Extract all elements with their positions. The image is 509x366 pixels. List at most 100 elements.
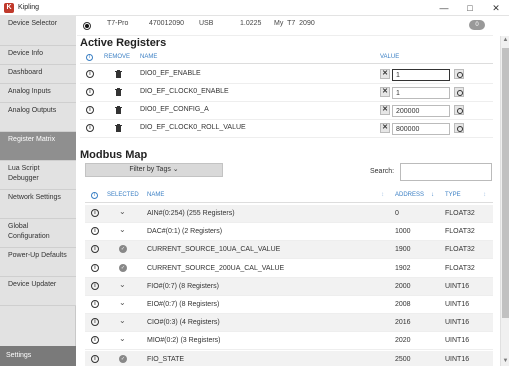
register-address: 1000: [395, 228, 411, 236]
info-icon[interactable]: i: [91, 281, 99, 290]
type-sort-icon[interactable]: ↕: [483, 192, 486, 198]
register-name: DIO0_EF_CONFIG_A: [140, 106, 209, 113]
modbus-map-row[interactable]: i ⌄ MIO#(0:2) (3 Registers) 2020 UINT16: [85, 332, 493, 351]
trash-icon[interactable]: [115, 106, 122, 114]
chevron-down-icon[interactable]: ⌄: [119, 317, 127, 325]
info-icon[interactable]: i: [91, 227, 99, 236]
device-model: T7-Pro: [107, 20, 129, 27]
register-address: 2008: [395, 301, 411, 308]
chevron-down-icon[interactable]: ⌄: [119, 280, 127, 289]
minimize-button[interactable]: —: [431, 0, 457, 16]
register-address: 0: [395, 210, 399, 217]
sidebar-item-device-info[interactable]: Device Info: [0, 46, 76, 65]
sidebar-item-network-settings[interactable]: Network Settings: [0, 190, 76, 219]
sidebar-item-register-matrix[interactable]: Register Matrix: [0, 132, 76, 161]
address-column-header[interactable]: ADDRESS: [395, 192, 424, 198]
chevron-down-icon[interactable]: ⌄: [119, 299, 127, 307]
scroll-down-icon[interactable]: ▼: [501, 357, 509, 366]
title-bar: K Kipling — □ ✕: [0, 0, 509, 16]
register-type: UINT16: [445, 301, 470, 308]
info-icon[interactable]: i: [91, 263, 99, 272]
search-input[interactable]: [400, 163, 492, 181]
trash-icon[interactable]: [115, 88, 122, 96]
scroll-up-icon[interactable]: ▲: [501, 36, 509, 45]
write-value-button[interactable]: [454, 105, 464, 115]
chevron-down-icon[interactable]: ⌄: [119, 335, 127, 343]
register-type: UINT16: [445, 337, 470, 345]
scroll-thumb[interactable]: [502, 48, 509, 318]
name-column-header: NAME: [140, 54, 158, 60]
name-sort-icon[interactable]: ↕: [381, 192, 384, 198]
clear-value-button[interactable]: ✕: [380, 123, 390, 133]
active-register-row: i DIO0_EF_ENABLE ✕: [80, 66, 493, 84]
info-icon[interactable]: i: [86, 124, 94, 132]
info-icon[interactable]: i: [86, 106, 94, 114]
register-value-input[interactable]: [392, 87, 450, 99]
sidebar-item-device-updater[interactable]: Device Updater: [0, 277, 76, 306]
trash-icon[interactable]: [115, 70, 122, 78]
close-button[interactable]: ✕: [483, 0, 509, 16]
sidebar-item-analog-outputs[interactable]: Analog Outputs: [0, 103, 76, 132]
main-scrollbar[interactable]: ▲ ▼: [500, 36, 509, 366]
register-name: EIO#(0:7) (8 Registers): [147, 301, 220, 308]
info-icon[interactable]: i: [86, 88, 94, 96]
write-value-button[interactable]: [454, 69, 464, 79]
maximize-button[interactable]: □: [457, 0, 483, 16]
kipling-logo-icon: K: [4, 2, 14, 13]
sidebar: Device Selector Device Info Dashboard An…: [0, 16, 76, 366]
sidebar-item-device-selector[interactable]: Device Selector: [0, 16, 76, 46]
info-icon[interactable]: i: [91, 336, 99, 345]
type-column-header[interactable]: TYPE: [445, 192, 461, 198]
register-address: 2000: [395, 282, 411, 290]
sidebar-item-dashboard[interactable]: Dashboard: [0, 65, 76, 84]
modbus-map-row[interactable]: i ⌄ DAC#(0:1) (2 Registers) 1000 FLOAT32: [85, 223, 493, 242]
register-value-input[interactable]: [392, 69, 450, 81]
chevron-down-icon[interactable]: ⌄: [119, 226, 127, 234]
sidebar-item-lua-script-debugger[interactable]: Lua Script Debugger: [0, 161, 76, 190]
select-check-icon[interactable]: ✓: [119, 263, 127, 272]
info-icon[interactable]: i: [91, 318, 99, 327]
register-address: 1902: [395, 264, 411, 272]
clear-value-button[interactable]: ✕: [380, 105, 390, 115]
info-icon[interactable]: i: [91, 354, 99, 363]
modbus-map-row[interactable]: i ✓ CURRENT_SOURCE_200UA_CAL_VALUE 1902 FLOA…: [85, 260, 493, 278]
clear-value-button[interactable]: ✕: [380, 87, 390, 97]
register-name: FIO#(0:7) (8 Registers): [147, 282, 219, 290]
modbus-map-row[interactable]: i ⌄ AIN#(0:254) (255 Registers) 0 FLOAT32: [85, 205, 493, 223]
name-column-header[interactable]: NAME: [147, 192, 164, 198]
register-value-input[interactable]: [392, 123, 450, 135]
register-name: DIO_EF_CLOCK0_ENABLE: [140, 88, 229, 95]
modbus-map-row[interactable]: i ⌄ FIO#(0:7) (8 Registers) 2000 UINT16: [85, 277, 493, 296]
register-value-input[interactable]: [392, 105, 450, 117]
sidebar-item-power-up-defaults[interactable]: Power-Up Defaults: [0, 248, 76, 277]
register-name: DIO0_EF_ENABLE: [140, 70, 201, 77]
device-connection: USB: [199, 20, 214, 27]
modbus-map-row[interactable]: i ✓ FIO_STATE 2500 UINT16: [85, 350, 493, 366]
active-registers-header: i REMOVE NAME VALUE: [80, 52, 493, 64]
active-register-row: i DIO_EF_CLOCK0_ROLL_VALUE ✕: [80, 120, 493, 138]
info-icon[interactable]: i: [91, 209, 99, 217]
select-check-icon[interactable]: ✓: [119, 354, 127, 363]
info-icon[interactable]: i: [86, 70, 94, 78]
chevron-down-icon[interactable]: ⌄: [119, 208, 127, 216]
remove-column-header: REMOVE: [104, 54, 131, 60]
info-icon[interactable]: i: [91, 300, 99, 308]
modbus-map-row[interactable]: i ✓ CURRENT_SOURCE_10UA_CAL_VALUE 1900 FLOAT…: [85, 241, 493, 260]
address-sort-icon[interactable]: ↓: [431, 192, 434, 198]
selected-column-header[interactable]: SELECTED: [107, 192, 139, 198]
select-check-icon[interactable]: ✓: [119, 245, 127, 254]
modbus-map-row[interactable]: i ⌄ CIO#(0:3) (4 Registers) 2016 UINT16: [85, 314, 493, 333]
sidebar-item-settings[interactable]: Settings: [0, 346, 76, 366]
sidebar-item-analog-inputs[interactable]: Analog Inputs: [0, 84, 76, 103]
device-radio[interactable]: [83, 21, 91, 30]
sidebar-item-global-configuration[interactable]: Global Configuration: [0, 219, 76, 248]
filter-by-tags-button[interactable]: Filter by Tags ⌄: [85, 163, 223, 177]
search-label: Search:: [370, 168, 395, 175]
info-header-icon: i: [86, 54, 93, 61]
write-value-button[interactable]: [454, 87, 464, 97]
trash-icon[interactable]: [115, 124, 122, 132]
write-value-button[interactable]: [454, 123, 464, 133]
modbus-map-row[interactable]: i ⌄ EIO#(0:7) (8 Registers) 2008 UINT16: [85, 296, 493, 314]
clear-value-button[interactable]: ✕: [380, 69, 390, 79]
info-icon[interactable]: i: [91, 245, 99, 254]
